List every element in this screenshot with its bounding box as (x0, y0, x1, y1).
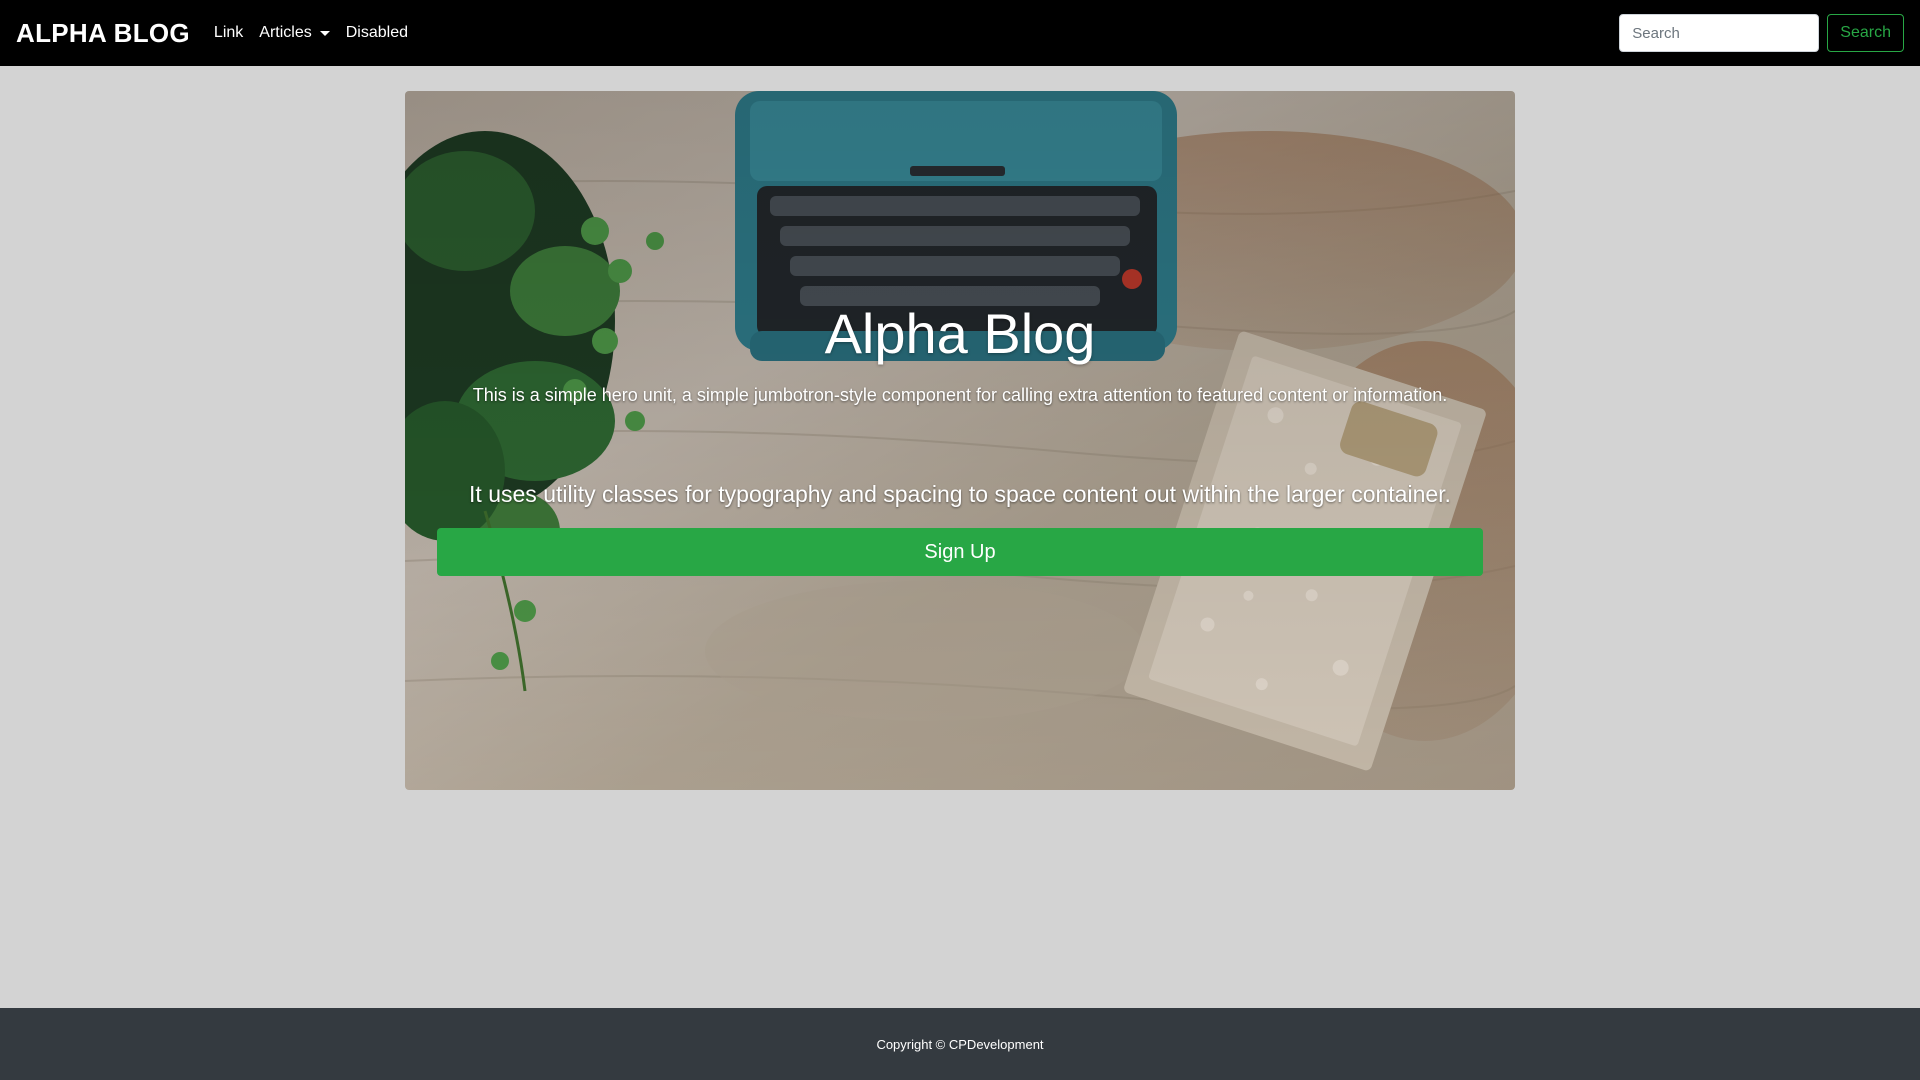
footer: Copyright © CPDevelopment (0, 1008, 1920, 1080)
hero-subtext: It uses utility classes for typography a… (469, 481, 1451, 507)
nav-link-link[interactable]: Link (214, 24, 243, 42)
nav-link-label: Articles (259, 24, 312, 41)
nav-link-disabled[interactable]: Disabled (346, 24, 408, 42)
hero-jumbotron: Alpha Blog This is a simple hero unit, a… (405, 91, 1515, 790)
search-form: Search (1619, 14, 1904, 52)
top-navbar: ALPHA BLOG Link Articles Disabled Search (0, 0, 1920, 66)
brand-logo[interactable]: ALPHA BLOG (16, 18, 190, 49)
search-input[interactable] (1619, 14, 1820, 52)
hero-lead-text: This is a simple hero unit, a simple jum… (472, 385, 1448, 405)
search-button[interactable]: Search (1827, 14, 1904, 52)
nav-link-label: Disabled (345, 24, 408, 41)
hero-content: Alpha Blog This is a simple hero unit, a… (405, 91, 1515, 790)
copyright-text: Copyright © CPDevelopment (876, 1036, 1044, 1052)
nav-links: Link Articles Disabled (214, 24, 424, 42)
sign-up-button[interactable]: Sign Up (437, 528, 1483, 576)
nav-dropdown-articles[interactable]: Articles (259, 24, 330, 42)
nav-link-label: Link (213, 24, 244, 41)
hero-title: Alpha Blog (824, 302, 1096, 365)
caret-down-icon (319, 30, 330, 36)
